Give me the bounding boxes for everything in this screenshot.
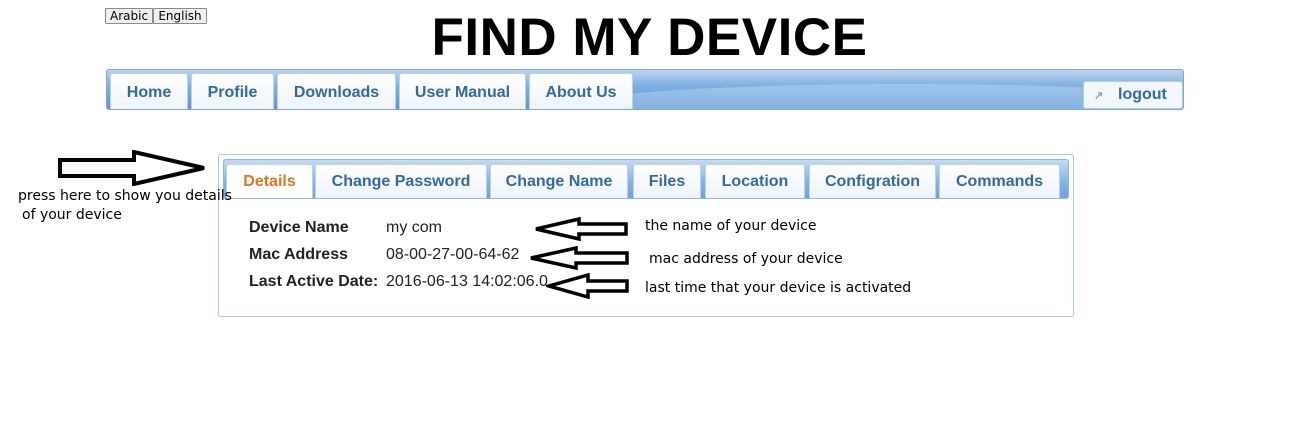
- tab-details[interactable]: Details: [226, 164, 313, 198]
- tab-commands[interactable]: Commands: [939, 164, 1060, 198]
- last-active-date-value: 2016-06-13 14:02:06.0: [386, 273, 548, 290]
- external-link-icon: ↗: [1094, 90, 1104, 102]
- device-name-label: Device Name: [249, 219, 349, 236]
- tab-change-name[interactable]: Change Name: [490, 164, 628, 198]
- nav-tab-downloads[interactable]: Downloads: [277, 73, 396, 109]
- mac-address-value: 08-00-27-00-64-62: [386, 246, 520, 263]
- nav-tab-about-us[interactable]: About Us: [529, 73, 633, 109]
- tab-location[interactable]: Location: [705, 164, 805, 198]
- details-tab-strip: Details Change Password Change Name File…: [223, 159, 1069, 199]
- nav-tab-profile[interactable]: Profile: [191, 73, 274, 109]
- tab-configration[interactable]: Configration: [809, 164, 936, 198]
- device-name-value: my com: [386, 219, 442, 236]
- logout-label: logout: [1118, 86, 1167, 103]
- mac-address-label: Mac Address: [249, 246, 348, 263]
- page-title: FIND MY DEVICE: [431, 8, 868, 67]
- last-active-date-label: Last Active Date:: [249, 273, 379, 290]
- nav-tab-home[interactable]: Home: [110, 73, 188, 109]
- tab-change-password[interactable]: Change Password: [315, 164, 487, 198]
- annotation-last-active: last time that your device is activated: [645, 280, 912, 296]
- annotation-tab-hint-line1: press here to show you details: [18, 188, 232, 204]
- tab-files[interactable]: Files: [633, 164, 701, 198]
- main-nav-bar: Home Profile Downloads User Manual About…: [106, 69, 1184, 110]
- logout-button[interactable]: ↗ logout: [1083, 81, 1183, 109]
- arrow-left-icon: [530, 246, 629, 270]
- annotation-device-name: the name of your device: [645, 218, 817, 234]
- nav-tab-user-manual[interactable]: User Manual: [399, 73, 526, 109]
- annotation-tab-hint-line2: of your device: [22, 207, 122, 223]
- arrow-left-icon: [535, 217, 628, 241]
- arrow-right-icon: [58, 150, 205, 186]
- arrow-left-icon: [546, 273, 629, 299]
- annotation-mac-address: mac address of your device: [649, 251, 843, 267]
